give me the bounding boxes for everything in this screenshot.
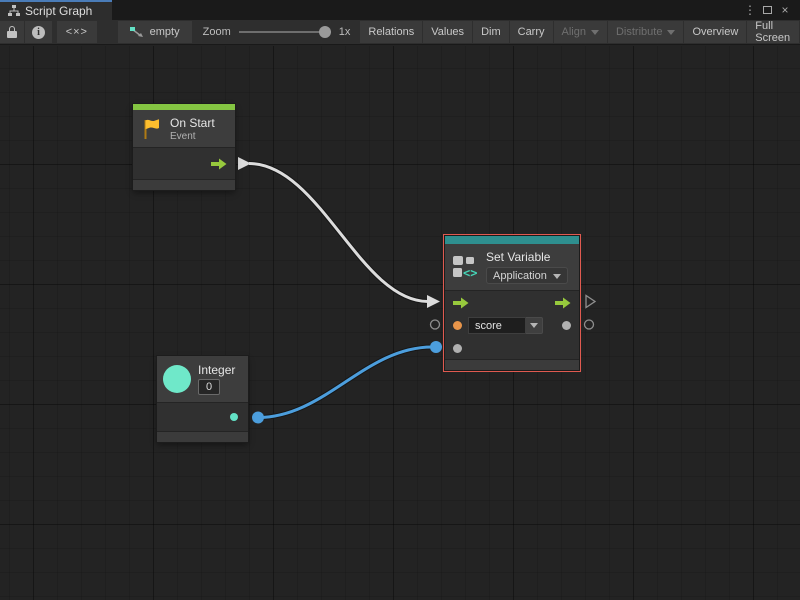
node-footer [133, 179, 235, 190]
value-wire[interactable] [258, 347, 432, 418]
info-icon: i [32, 26, 45, 39]
node-title: On Start [170, 116, 215, 130]
set-variable-icon: <> [452, 255, 479, 279]
node-footer [157, 431, 248, 442]
selection-status-label: empty [150, 26, 180, 38]
tab-script-graph[interactable]: Script Graph [0, 0, 112, 20]
unconnected-port-hint-right[interactable] [585, 320, 594, 329]
zoom-value: 1x [339, 26, 351, 38]
zoom-slider-track [239, 31, 331, 33]
graph-icon [8, 5, 20, 17]
integer-type-icon [163, 365, 191, 393]
chevron-down-icon [530, 323, 538, 328]
zoom-label: Zoom [203, 26, 231, 38]
wires-layer [0, 46, 800, 600]
code-icon: <×> [66, 26, 88, 38]
control-output-port[interactable] [211, 158, 227, 170]
control-wire-start-arrow [238, 157, 251, 170]
chevron-down-icon [591, 30, 599, 35]
inspect-button[interactable]: i [25, 21, 52, 43]
menu-icon[interactable]: ⋮ [743, 3, 757, 17]
unconnected-flow-hint-right[interactable] [586, 296, 595, 308]
node-on-start[interactable]: On Start Event [133, 104, 235, 190]
title-bar: Script Graph ⋮ × [0, 0, 800, 20]
dim-button[interactable]: Dim [473, 21, 509, 43]
value-wire-start-cap [252, 412, 264, 424]
flag-icon [142, 118, 162, 140]
align-dropdown[interactable]: Align [554, 21, 607, 43]
selection-outline: <> Set Variable Application [443, 234, 581, 372]
maximize-icon[interactable] [763, 6, 772, 14]
unconnected-port-hint-left[interactable] [431, 320, 440, 329]
control-input-port[interactable] [453, 297, 469, 309]
node-footer [445, 359, 579, 370]
graph-pointer-icon [130, 27, 144, 38]
overview-button[interactable]: Overview [684, 21, 746, 43]
node-set-variable[interactable]: <> Set Variable Application [445, 236, 579, 370]
relations-button[interactable]: Relations [360, 21, 422, 43]
variable-scope-dropdown[interactable]: Application [486, 267, 568, 284]
control-wire[interactable] [249, 164, 428, 302]
zoom-control: Zoom 1x [193, 20, 361, 44]
value-output-port[interactable] [562, 321, 571, 330]
fullscreen-button[interactable]: Full Screen [747, 21, 799, 43]
distribute-dropdown[interactable]: Distribute [608, 21, 683, 43]
lock-icon [7, 26, 17, 38]
value-wire-end-cap [430, 341, 442, 353]
graph-canvas[interactable]: On Start Event <> [0, 46, 800, 600]
zoom-slider-handle[interactable] [319, 26, 331, 38]
values-button[interactable]: Values [423, 21, 472, 43]
code-view-button[interactable]: <×> [57, 21, 97, 43]
node-subtitle: Event [170, 131, 215, 142]
node-title: Set Variable [486, 250, 568, 264]
tab-title: Script Graph [25, 4, 92, 18]
node-integer[interactable]: Integer 0 [157, 356, 248, 442]
selection-status-button[interactable]: empty [118, 21, 192, 43]
control-wire-end-arrow [427, 295, 440, 308]
variable-name-field[interactable]: score [468, 317, 526, 334]
chevron-down-icon [667, 30, 675, 35]
variable-name-port[interactable] [453, 321, 462, 330]
carry-button[interactable]: Carry [510, 21, 553, 43]
chevron-down-icon [553, 274, 561, 279]
node-title: Integer [198, 363, 235, 377]
variables-accent-bar [445, 236, 579, 244]
control-output-port[interactable] [555, 297, 571, 309]
graph-toolbar: i <×> empty Zoom 1x Relations Values Dim… [0, 20, 800, 45]
value-input-port[interactable] [453, 344, 462, 353]
close-icon[interactable]: × [778, 3, 792, 17]
lock-button[interactable] [0, 21, 24, 43]
integer-value-field[interactable]: 0 [198, 379, 220, 395]
zoom-slider[interactable] [239, 26, 331, 38]
svg-text:<>: <> [463, 266, 477, 279]
integer-output-port[interactable] [230, 413, 238, 421]
window-controls: ⋮ × [743, 0, 800, 20]
script-graph-window: Script Graph ⋮ × i <×> empty Zoom [0, 0, 800, 600]
variable-picker-button[interactable] [526, 317, 543, 334]
